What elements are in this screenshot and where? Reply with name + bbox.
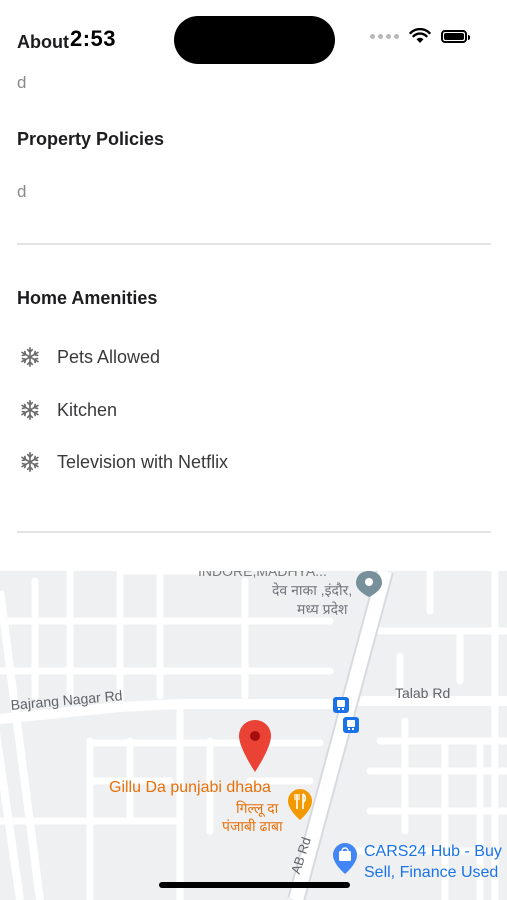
map-label-gillu-hi-1: गिल्लू दा	[236, 800, 279, 816]
signal-dots-icon	[370, 33, 399, 39]
map-label-gillu-hi-2: पंजाबी ढाबा	[222, 818, 283, 834]
map-label-mp: मध्य प्रदेश	[297, 601, 348, 617]
snowflake-icon	[19, 451, 41, 473]
amenity-label: Television with Netflix	[57, 451, 229, 472]
status-bar: 2:53	[0, 0, 507, 80]
section-divider	[17, 243, 491, 245]
status-icons	[370, 28, 470, 44]
battery-icon	[441, 29, 470, 43]
map-label-talab-road: Talab Rd	[395, 685, 451, 701]
map-label-cars24-1[interactable]: CARS24 Hub - Buy	[364, 843, 502, 861]
amenity-label: Pets Allowed	[57, 346, 161, 367]
amenity-item: Pets Allowed	[19, 346, 160, 368]
wifi-icon	[409, 28, 431, 43]
property-policies-heading: Property Policies	[17, 129, 165, 149]
status-time: 2:53	[70, 26, 117, 51]
home-indicator[interactable]	[159, 882, 350, 888]
map-label-cars24-2[interactable]: Sell, Finance Used	[364, 864, 498, 882]
amenity-label: Kitchen	[57, 399, 118, 420]
home-amenities-heading: Home Amenities	[17, 288, 158, 308]
snowflake-icon	[19, 399, 41, 421]
bus-stop-icon	[343, 717, 359, 733]
amenity-item: Kitchen	[19, 399, 117, 421]
map-label-place: INDORE,MADHYA...	[198, 571, 327, 579]
map-label-gillu-en[interactable]: Gillu Da punjabi dhaba	[109, 779, 271, 797]
property-policies-text: d	[17, 182, 27, 201]
location-map[interactable]: INDORE,MADHYA... देव नाका ,इंदौर, मध्य प…	[0, 571, 507, 900]
amenity-item: Television with Netflix	[19, 451, 228, 473]
bus-stop-icon	[333, 697, 349, 713]
dynamic-island	[174, 16, 335, 64]
map-label-dev-naka: देव नाका ,इंदौर,	[272, 582, 353, 598]
snowflake-icon	[19, 346, 41, 368]
section-divider	[17, 531, 491, 533]
